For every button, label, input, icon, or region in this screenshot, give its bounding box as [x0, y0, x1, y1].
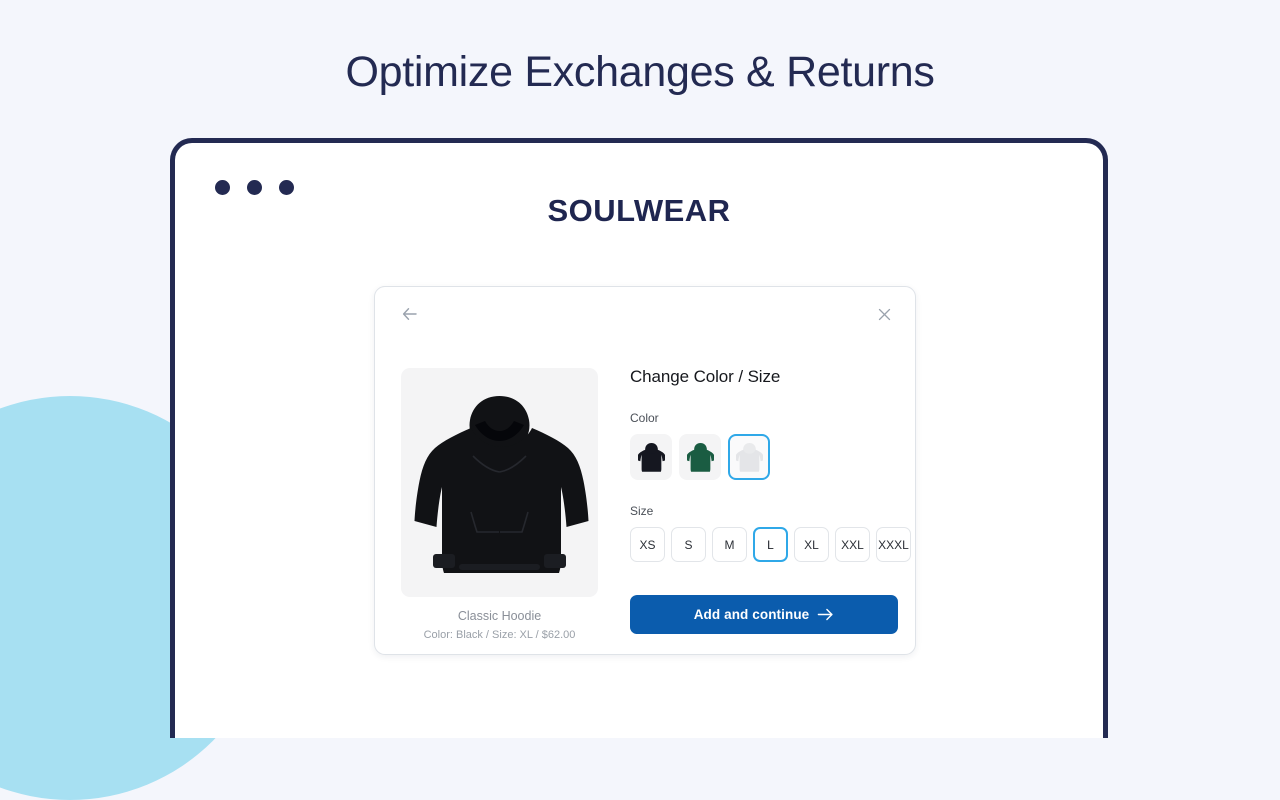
- size-button-xs[interactable]: XS: [630, 527, 665, 562]
- arrow-right-icon: [818, 608, 833, 621]
- color-swatch-row: [630, 434, 904, 480]
- variant-options: Change Color / Size Color Size XS S M L …: [630, 367, 911, 634]
- close-icon: [878, 308, 890, 320]
- store-logo: SOULWEAR: [547, 193, 731, 228]
- size-button-xl[interactable]: XL: [794, 527, 829, 562]
- back-button[interactable]: [397, 301, 423, 327]
- size-button-m[interactable]: M: [712, 527, 747, 562]
- add-and-continue-label: Add and continue: [693, 607, 810, 622]
- size-button-l[interactable]: L: [753, 527, 788, 562]
- product-name: Classic Hoodie: [457, 609, 542, 623]
- modal-heading: Change Color / Size: [630, 367, 781, 386]
- modal-header: [389, 301, 901, 329]
- hoodie-thumb-icon: [735, 443, 763, 472]
- size-button-row: XS S M L XL XXL XXXL: [630, 527, 911, 562]
- close-button[interactable]: [871, 301, 897, 327]
- size-button-xxl[interactable]: XXL: [835, 527, 870, 562]
- change-variant-modal: Classic Hoodie Color: Black / Size: XL /…: [374, 286, 916, 655]
- size-button-xxxl[interactable]: XXXL: [876, 527, 911, 562]
- page-title: Optimize Exchanges & Returns: [345, 48, 935, 96]
- color-label: Color: [630, 411, 659, 425]
- arrow-left-icon: [402, 308, 417, 320]
- hoodie-thumb-icon: [637, 443, 665, 472]
- browser-window-mockup: SOULWEAR Classic Hoodie Color: Black / S…: [170, 138, 1108, 738]
- color-swatch-white[interactable]: [728, 434, 770, 480]
- color-swatch-green[interactable]: [679, 434, 721, 480]
- black-hoodie-image: [414, 396, 589, 573]
- color-swatch-black[interactable]: [630, 434, 672, 480]
- product-image: [401, 368, 598, 597]
- hoodie-thumb-icon: [686, 443, 714, 472]
- add-and-continue-button[interactable]: Add and continue: [630, 595, 898, 634]
- product-preview: Classic Hoodie Color: Black / Size: XL /…: [401, 368, 598, 641]
- product-meta: Color: Black / Size: XL / $62.00: [423, 629, 576, 641]
- size-label: Size: [630, 504, 654, 518]
- size-button-s[interactable]: S: [671, 527, 706, 562]
